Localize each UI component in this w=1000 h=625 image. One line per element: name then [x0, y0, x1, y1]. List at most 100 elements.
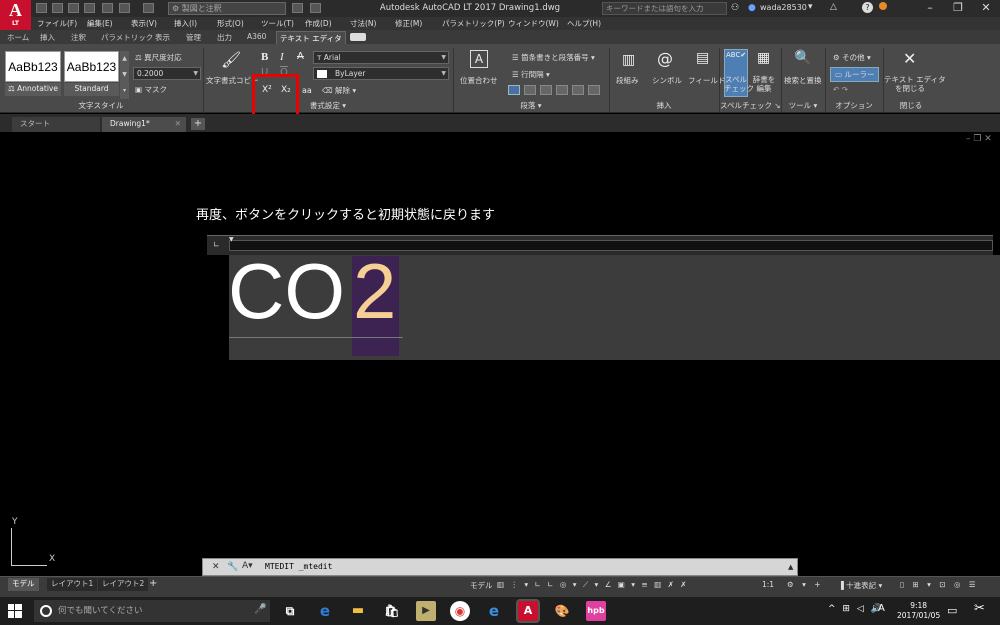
tab-output[interactable]: 出力 — [217, 32, 232, 43]
edge-browser-icon[interactable]: e — [315, 601, 335, 621]
bold-button[interactable]: B — [261, 51, 268, 63]
menu-format[interactable]: 形式(O) — [217, 18, 244, 29]
units-button[interactable]: ▐ 十進表記 ▾ — [838, 580, 882, 591]
mask-button[interactable]: ▣ マスク — [135, 84, 167, 95]
chrome-icon[interactable]: ◉ — [450, 601, 470, 621]
minimize-button[interactable]: – — [916, 0, 944, 17]
align-justify-icon[interactable] — [572, 85, 584, 95]
quick-access-dropdown-icon[interactable] — [310, 3, 321, 13]
symbol-icon[interactable]: @ — [657, 49, 673, 68]
mtext-main-text[interactable]: CO — [228, 247, 345, 335]
annotative-toggle[interactable]: ⚖ 異尺度対応 — [135, 52, 182, 63]
autocad-taskbar-icon[interactable]: A — [516, 599, 540, 623]
add-layout-icon[interactable]: + — [149, 578, 157, 589]
close-window-button[interactable]: ✕ — [972, 0, 1000, 17]
recent-commands-icon[interactable]: A▾ — [242, 561, 253, 571]
new-tab-button[interactable]: + — [191, 118, 205, 130]
workspace-switch-icon[interactable]: ⚙ ▾ + — [787, 580, 824, 589]
layout-tab-layout2[interactable]: レイアウト2 — [98, 578, 149, 591]
annotative-style-label[interactable]: ⚖ Annotative — [5, 83, 61, 96]
command-history-icon[interactable]: ▲ — [788, 563, 793, 571]
text-style-standard[interactable]: AaBb123 — [64, 51, 119, 82]
notifications-icon[interactable]: ▭ — [947, 604, 957, 617]
match-format-button[interactable]: 文字書式コピー — [206, 75, 259, 86]
tab-type-icon[interactable]: ∟ — [213, 240, 220, 249]
internet-explorer-icon[interactable]: e — [484, 601, 504, 621]
tab-drawing1[interactable]: Drawing1* ✕ — [102, 117, 186, 132]
field-icon[interactable]: ▤ — [696, 50, 709, 66]
task-view-icon[interactable]: ⧉ — [280, 601, 300, 621]
paint-app-icon[interactable]: 🎨 — [552, 601, 572, 621]
user-icon[interactable]: ● — [748, 3, 756, 13]
cart-icon[interactable]: ▾ — [808, 2, 813, 12]
find-replace-icon[interactable]: 🔍 — [794, 50, 811, 66]
user-name[interactable]: wada28530 — [760, 3, 807, 12]
help-search-input[interactable]: キーワードまたは語句を入力 — [602, 2, 727, 15]
columns-icon[interactable]: ▥ — [622, 52, 635, 68]
file-explorer-icon[interactable]: ▬ — [348, 601, 368, 621]
cortana-search-input[interactable]: 何でも聞いてください — [34, 600, 270, 622]
mtext-selected-text[interactable]: 2 — [353, 247, 396, 335]
save-icon[interactable] — [68, 3, 79, 13]
align-default-icon[interactable] — [508, 85, 520, 95]
text-height-combo[interactable]: 0.2000 ▼ — [133, 67, 201, 80]
store-icon[interactable]: 🛍 — [382, 601, 402, 621]
redo-icon[interactable] — [143, 3, 154, 13]
status-toggle-icons[interactable]: ▥ ⋮ ▾ ∟ ∟ ◎ ▾ ⟋ ▾ ∠ ▣ ▾ ≡ ▥ ✗ ✗ — [497, 580, 689, 590]
system-tray-icons[interactable]: ^ ⊞ ◁ 🔊 — [828, 604, 884, 614]
hpb-app-icon[interactable]: hpb — [586, 601, 606, 621]
status-right-icons[interactable]: ▯ ⊞ ▾ ⊡ ◎ ☰ — [900, 580, 979, 589]
menu-parametric[interactable]: パラメトリック(P) — [442, 18, 505, 29]
ribbon-toggle-icon[interactable] — [350, 33, 366, 41]
strikethrough-button[interactable]: A — [297, 51, 304, 62]
viewport-controls[interactable]: – ❐ ✕ — [966, 134, 992, 144]
annotation-scale[interactable]: 1:1 — [762, 580, 774, 589]
line-spacing-button[interactable]: ☰ 行間隔 ▾ — [512, 69, 550, 80]
tab-a360[interactable]: A360 — [247, 32, 266, 41]
open-icon[interactable] — [52, 3, 63, 13]
workspace-selector[interactable]: ⚙ 製図と注釈 — [168, 2, 286, 15]
undo-icon[interactable] — [119, 3, 130, 13]
find-replace-button[interactable]: 検索と置換 — [784, 75, 822, 86]
align-right-icon[interactable] — [556, 85, 568, 95]
new-icon[interactable] — [36, 3, 47, 13]
indent-marker-icon[interactable]: ▼ — [229, 236, 234, 243]
menu-modify[interactable]: 修正(M) — [395, 18, 422, 29]
text-color-combo[interactable]: ByLayer ▼ — [313, 67, 449, 80]
clear-format-button[interactable]: ⌫ 解除 ▾ — [322, 85, 356, 96]
change-case-button[interactable]: aa — [302, 86, 312, 95]
share-icon[interactable] — [292, 3, 303, 13]
help-icon[interactable]: ? — [862, 2, 873, 13]
edit-dictionary-icon[interactable]: ▦ — [757, 50, 770, 66]
layout-tab-model[interactable]: モデル — [8, 578, 39, 591]
more-options-button[interactable]: ⚙ その他 ▾ — [833, 52, 871, 63]
close-text-editor-button[interactable]: テキスト エディタ を閉じる — [884, 75, 946, 93]
snipping-tool-icon[interactable]: ✂ — [974, 601, 985, 616]
tab-home[interactable]: ホーム — [7, 32, 29, 43]
bullets-numbering-button[interactable]: ☰ 箇条書きと段落番号 ▾ — [512, 52, 595, 63]
windows-start-icon[interactable] — [8, 604, 22, 618]
notification-icon[interactable] — [879, 2, 887, 10]
close-editor-icon[interactable]: ✕ — [903, 49, 916, 68]
close-tab-icon[interactable]: ✕ — [175, 117, 181, 131]
ruler-toggle-button[interactable]: ▭ ルーラー — [830, 67, 880, 82]
tab-view[interactable]: 表示 — [155, 32, 170, 43]
tab-parametric[interactable]: パラメトリック — [101, 32, 153, 43]
menu-draw[interactable]: 作成(D) — [305, 18, 332, 29]
tab-manage[interactable]: 管理 — [186, 32, 201, 43]
tab-text-editor[interactable]: テキスト エディタ — [276, 31, 346, 45]
save-as-icon[interactable] — [84, 3, 95, 13]
menu-help[interactable]: ヘルプ(H) — [567, 18, 601, 29]
text-style-annotative[interactable]: AaBb123 — [5, 51, 61, 82]
justification-button[interactable]: 位置合わせ — [460, 75, 498, 86]
edit-dictionary-button[interactable]: 辞書を 編集 — [751, 75, 777, 93]
autodesk-app-icon[interactable]: △ — [830, 2, 837, 12]
justification-icon[interactable]: A — [470, 50, 488, 68]
align-left-icon[interactable] — [524, 85, 536, 95]
symbol-button[interactable]: シンボル — [652, 75, 682, 86]
binoculars-icon[interactable]: ⚇ — [731, 3, 739, 13]
restore-button[interactable]: ❐ — [944, 0, 972, 17]
tab-annotate[interactable]: 注釈 — [71, 32, 86, 43]
customize-icon[interactable]: 🔧 — [227, 562, 238, 572]
align-distribute-icon[interactable] — [588, 85, 600, 95]
